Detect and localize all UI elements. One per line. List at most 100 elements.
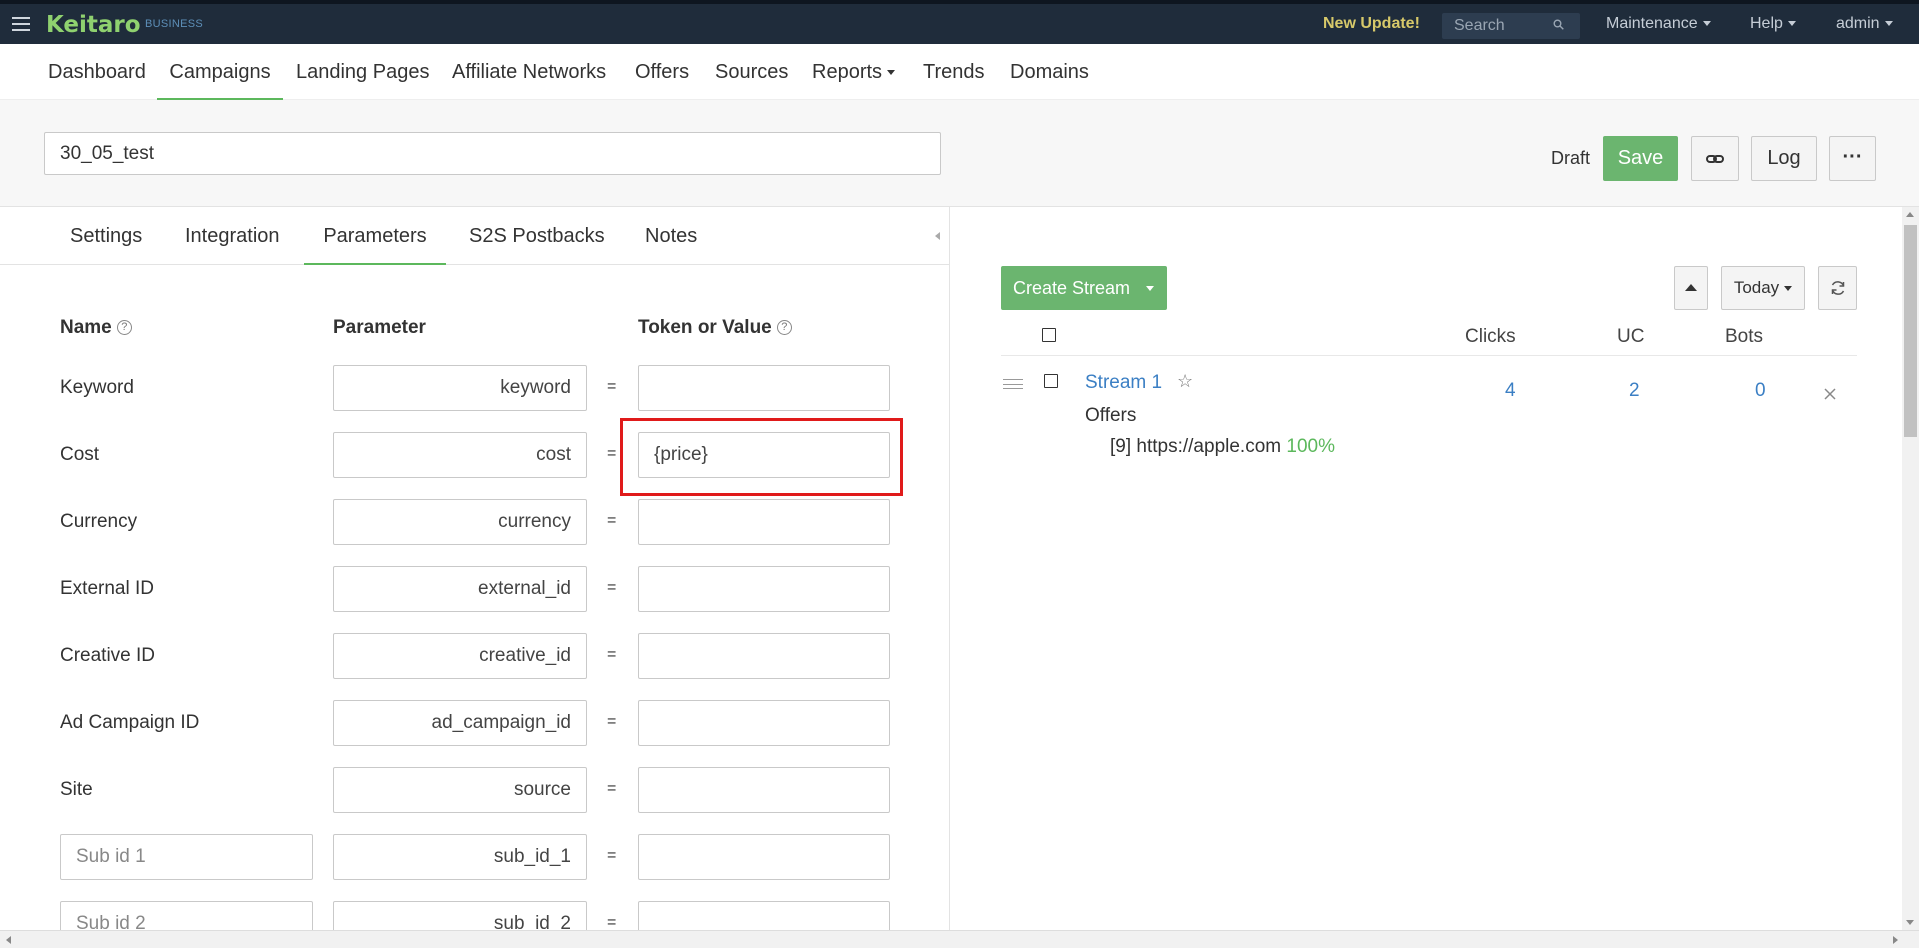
- equals-sign: =: [607, 847, 617, 864]
- new-update-link[interactable]: New Update!: [1323, 15, 1420, 33]
- campaign-name-input[interactable]: [44, 132, 941, 175]
- tab-notes[interactable]: Notes: [645, 207, 697, 265]
- parameter-name: External ID: [60, 578, 154, 599]
- scroll-right-icon[interactable]: [1893, 936, 1898, 944]
- status-badge: Draft: [1551, 148, 1591, 168]
- campaign-tabs: Settings Integration Parameters S2S Post…: [0, 207, 949, 265]
- refresh-icon: [1831, 281, 1844, 295]
- admin-menu[interactable]: admin: [1836, 15, 1893, 33]
- parameter-input[interactable]: [333, 633, 587, 679]
- stream-name-link[interactable]: Stream 1: [1085, 372, 1162, 394]
- nav-offers[interactable]: Offers: [635, 44, 689, 100]
- create-stream-button[interactable]: Create Stream: [1001, 266, 1167, 310]
- parameter-input[interactable]: [333, 432, 587, 478]
- token-input[interactable]: [638, 365, 890, 411]
- campaign-header: Draft Save Log ···: [0, 100, 1919, 207]
- equals-sign: =: [607, 378, 617, 395]
- equals-sign: =: [607, 646, 617, 663]
- collapse-pane-icon[interactable]: [935, 232, 940, 240]
- more-options-button[interactable]: ···: [1829, 136, 1876, 181]
- save-button[interactable]: Save: [1603, 136, 1678, 181]
- tab-s2s-postbacks[interactable]: S2S Postbacks: [469, 207, 605, 265]
- nav-trends[interactable]: Trends: [923, 44, 985, 100]
- equals-sign: =: [607, 445, 617, 462]
- parameter-input[interactable]: [333, 365, 587, 411]
- star-icon[interactable]: ☆: [1177, 371, 1193, 392]
- column-header-token: Token or Value?: [638, 317, 792, 339]
- nav-affiliate-networks[interactable]: Affiliate Networks: [452, 44, 606, 100]
- maintenance-menu[interactable]: Maintenance: [1606, 15, 1711, 33]
- main-nav: Dashboard Campaigns Landing Pages Affili…: [0, 44, 1919, 100]
- help-icon[interactable]: ?: [776, 320, 792, 336]
- nav-domains[interactable]: Domains: [1010, 44, 1089, 100]
- parameter-name: Keyword: [60, 377, 134, 398]
- parameter-input[interactable]: [333, 834, 587, 880]
- refresh-button[interactable]: [1818, 266, 1857, 310]
- scroll-down-icon[interactable]: [1906, 920, 1914, 925]
- nav-dashboard[interactable]: Dashboard: [48, 44, 146, 100]
- select-all-checkbox[interactable]: [1042, 328, 1056, 342]
- chevron-down-icon: [1784, 286, 1793, 292]
- horizontal-scrollbar[interactable]: [0, 930, 1919, 948]
- token-input[interactable]: [638, 700, 890, 746]
- equals-sign: =: [607, 713, 617, 730]
- parameter-row-sub-id-1: =: [0, 834, 949, 881]
- help-menu[interactable]: Help: [1750, 15, 1796, 33]
- nav-reports[interactable]: Reports: [812, 44, 896, 100]
- parameter-input[interactable]: [333, 901, 587, 930]
- edition-label: BUSINESS: [145, 18, 204, 30]
- token-input[interactable]: [638, 499, 890, 545]
- column-header-uc: UC: [1617, 326, 1645, 347]
- link-icon: [1706, 155, 1724, 163]
- token-input[interactable]: [638, 767, 890, 813]
- scroll-left-icon[interactable]: [6, 936, 11, 944]
- tab-settings[interactable]: Settings: [70, 207, 142, 265]
- stream-clicks[interactable]: 4: [1505, 380, 1516, 402]
- parameter-row-keyword: Keyword =: [0, 365, 949, 412]
- parameter-row-sub-id-2: =: [0, 901, 949, 930]
- drag-handle-icon[interactable]: [1003, 379, 1023, 389]
- token-input[interactable]: [638, 566, 890, 612]
- stream-checkbox[interactable]: [1044, 374, 1058, 388]
- stream-bots[interactable]: 0: [1755, 380, 1766, 402]
- sub-id-name-input[interactable]: [60, 901, 313, 930]
- token-input[interactable]: [638, 901, 890, 930]
- period-dropdown[interactable]: Today: [1721, 266, 1805, 310]
- link-button[interactable]: [1691, 136, 1739, 181]
- token-input[interactable]: [638, 633, 890, 679]
- offers-section-label: Offers: [1085, 405, 1137, 426]
- stream-uc[interactable]: 2: [1629, 380, 1640, 402]
- help-icon[interactable]: ?: [116, 320, 132, 336]
- token-input[interactable]: [638, 432, 890, 478]
- nav-landing-pages[interactable]: Landing Pages: [296, 44, 429, 100]
- offer-link[interactable]: [9] https://apple.com 100%: [1110, 436, 1335, 458]
- equals-sign: =: [607, 780, 617, 797]
- nav-campaigns[interactable]: Campaigns: [157, 44, 283, 100]
- app-logo[interactable]: Keitaro: [46, 12, 141, 38]
- tab-integration[interactable]: Integration: [185, 207, 280, 265]
- scrollbar-thumb[interactable]: [1904, 225, 1917, 437]
- parameter-name: Creative ID: [60, 645, 156, 666]
- streams-pane: Create Stream Today Clicks UC Bots Strea…: [951, 207, 1902, 930]
- nav-sources[interactable]: Sources: [715, 44, 788, 100]
- log-button[interactable]: Log: [1751, 136, 1817, 181]
- chevron-down-icon: [1787, 21, 1796, 27]
- parameter-input[interactable]: [333, 499, 587, 545]
- tab-parameters[interactable]: Parameters: [304, 207, 446, 265]
- scroll-up-icon[interactable]: [1906, 212, 1914, 217]
- sort-up-button[interactable]: [1674, 266, 1708, 310]
- hamburger-menu-icon[interactable]: [12, 17, 30, 31]
- parameter-row-currency: Currency =: [0, 499, 949, 546]
- parameter-row-external-id: External ID =: [0, 566, 949, 613]
- parameter-input[interactable]: [333, 767, 587, 813]
- token-input[interactable]: [638, 834, 890, 880]
- parameter-input[interactable]: [333, 700, 587, 746]
- column-header-clicks: Clicks: [1465, 326, 1516, 347]
- chevron-down-icon[interactable]: [1146, 286, 1154, 291]
- column-header-parameter: Parameter: [333, 317, 426, 338]
- search-icon: [1553, 19, 1564, 30]
- sub-id-name-input[interactable]: [60, 834, 313, 880]
- vertical-scrollbar[interactable]: [1902, 207, 1919, 930]
- parameter-input[interactable]: [333, 566, 587, 612]
- close-icon[interactable]: [1823, 387, 1837, 401]
